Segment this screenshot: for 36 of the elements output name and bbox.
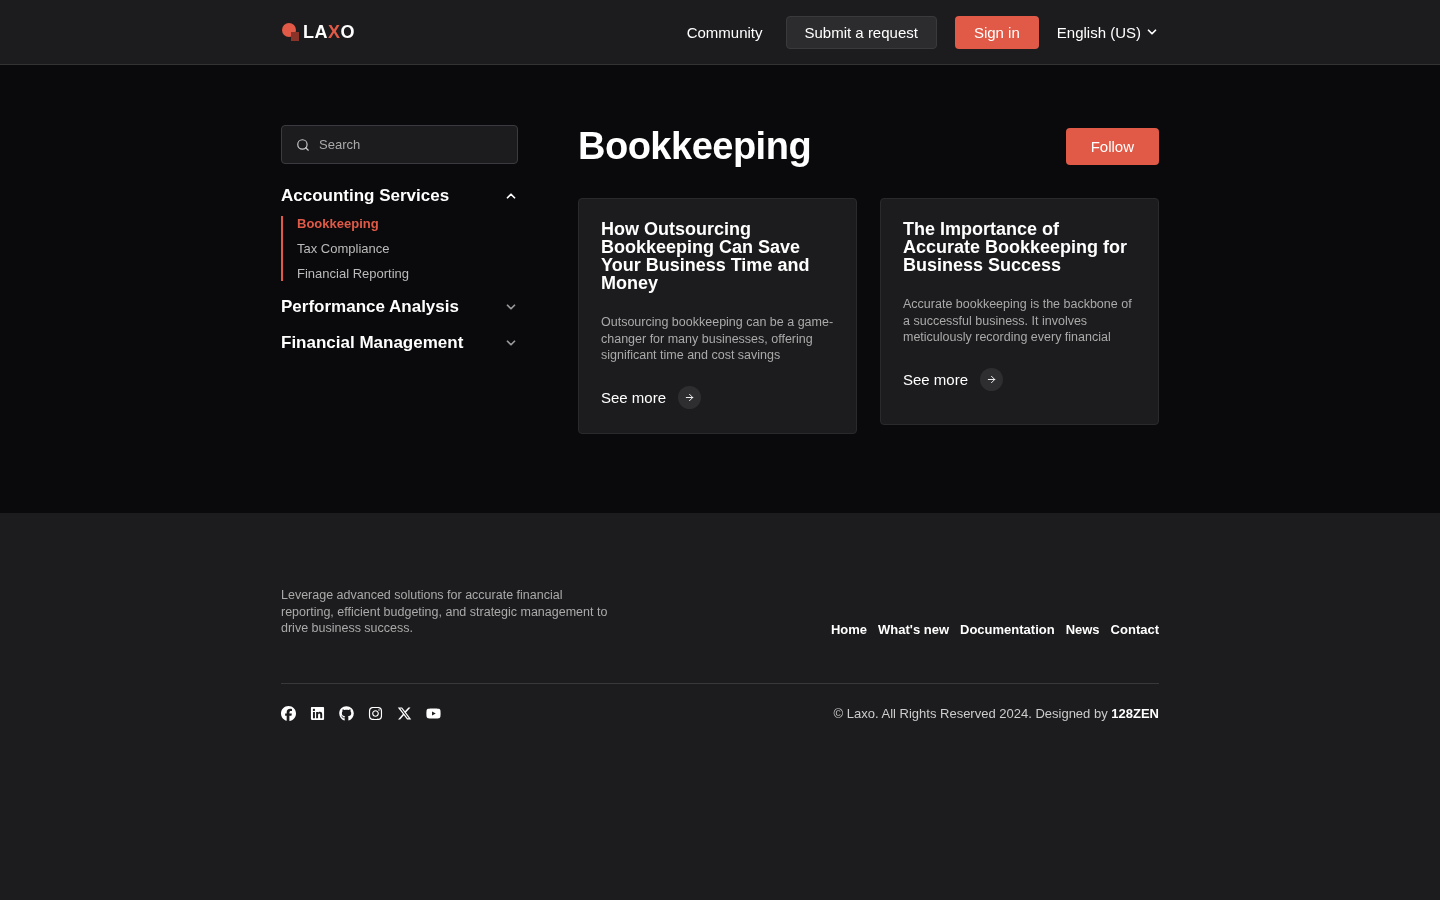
linkedin-icon[interactable] xyxy=(310,705,325,721)
language-selector[interactable]: English (US) xyxy=(1056,23,1159,41)
category-toggle[interactable]: Performance Analysis xyxy=(281,293,518,321)
nav-link[interactable]: Community xyxy=(681,16,768,48)
request-button[interactable]: Submit a request xyxy=(785,15,937,49)
sidebar-item[interactable]: Tax Compliance xyxy=(297,241,518,256)
arrow-icon xyxy=(986,373,998,385)
sidebar-item[interactable]: Bookkeeping xyxy=(297,216,518,231)
logo-wordmark[interactable]: LAXO xyxy=(303,21,356,43)
arrow-icon xyxy=(684,391,696,403)
footer-link[interactable]: Documentation xyxy=(960,621,1055,637)
github-icon[interactable] xyxy=(339,705,354,721)
category-toggle[interactable]: Financial Management xyxy=(281,329,518,357)
footer-tagline: Leverage advanced solutions for accurate financial reporting, efficient budgeting, and strategic management to drive business success. xyxy=(281,587,609,637)
follow-button[interactable]: Follow xyxy=(1065,128,1159,165)
article-title: The Importance of Accurate Bookkeeping for Business Success xyxy=(903,220,1129,274)
footer-link[interactable]: What's new xyxy=(878,621,949,637)
see-more-link[interactable]: See more xyxy=(601,385,834,409)
instagram-icon[interactable] xyxy=(368,705,383,721)
sign-in-button[interactable]: Sign in xyxy=(954,15,1039,49)
category-toggle[interactable]: Accounting Services xyxy=(281,182,518,210)
copyright-text: © Laxo. All Rights Reserved 2024. Designed by 128ZEN xyxy=(833,705,1159,721)
footer-link[interactable]: Contact xyxy=(1110,621,1159,637)
see-more-link[interactable]: See more xyxy=(903,367,1136,391)
x-icon[interactable] xyxy=(397,705,412,721)
footer-link[interactable]: Home xyxy=(830,621,867,637)
logo-icon xyxy=(281,22,300,42)
page-title: Bookkeeping xyxy=(578,125,812,168)
article-title: How Outsourcing Bookkeeping Can Save Your Business Time and Money xyxy=(601,220,811,292)
search-field[interactable]: Search xyxy=(281,125,518,164)
footer-link[interactable]: News xyxy=(1065,621,1100,637)
search-icon xyxy=(296,138,310,152)
sidebar-item[interactable]: Financial Reporting xyxy=(297,266,518,281)
article-excerpt: Outsourcing bookkeeping can be a game-changer for many businesses, offering significant time and cost savings xyxy=(601,314,834,364)
facebook-icon[interactable] xyxy=(281,705,296,721)
article-excerpt: Accurate bookkeeping is the backbone of a successful business. It involves meticulously recording every financial xyxy=(903,296,1133,346)
